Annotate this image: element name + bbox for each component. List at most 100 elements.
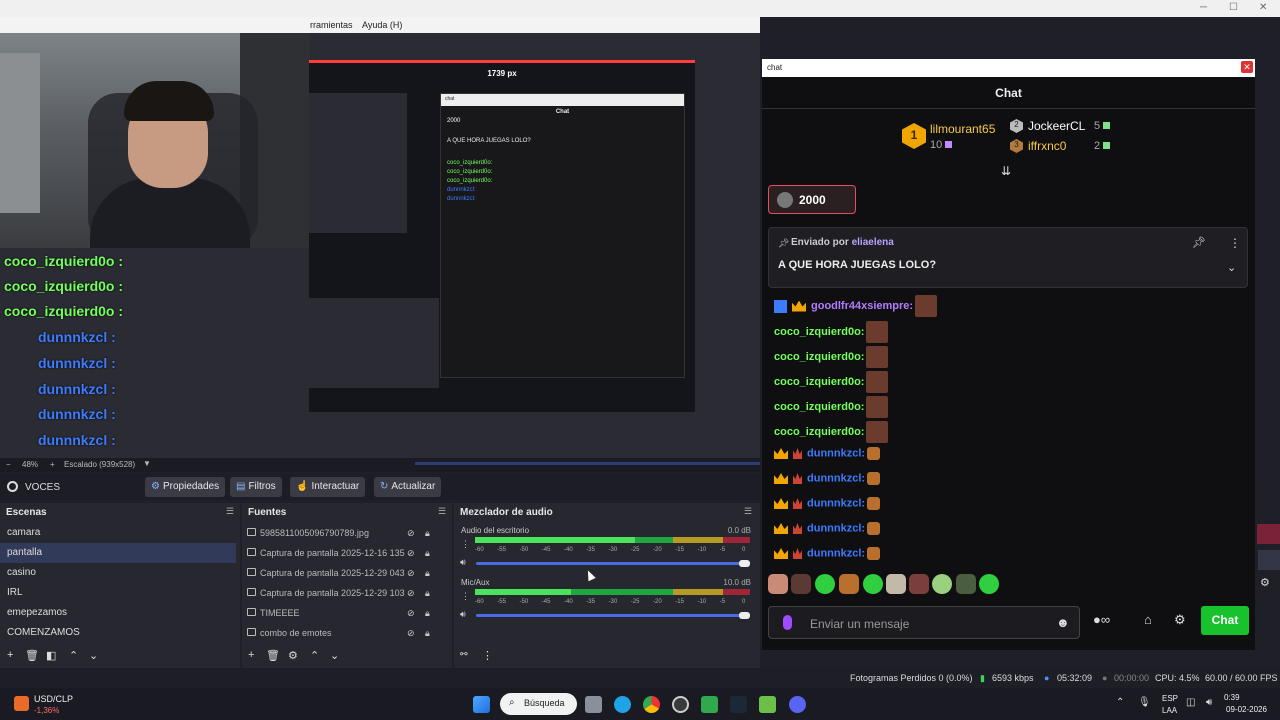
chevron-up-icon[interactable]: ⌃ xyxy=(69,649,78,662)
add-icon[interactable]: + xyxy=(248,649,254,661)
record-button[interactable] xyxy=(1257,524,1280,544)
file-explorer-icon[interactable] xyxy=(585,696,602,713)
trash-icon[interactable]: 🗑 xyxy=(266,649,280,662)
lock-icon[interactable]: 🔒︎ xyxy=(425,568,430,579)
chevron-up-icon[interactable]: ⌃ xyxy=(1116,697,1124,708)
scene-item[interactable]: IRL xyxy=(0,583,236,603)
scene-item[interactable]: COMENZAMOS xyxy=(0,623,236,643)
menu-tools[interactable]: rramientas xyxy=(310,20,353,30)
source-item[interactable]: Captura de pantalla 2025-12-29 103 xyxy=(242,583,407,603)
source-item[interactable]: combo de emotes xyxy=(242,623,407,643)
eye-off-icon[interactable]: ⊘ xyxy=(407,588,415,599)
eye-off-icon[interactable]: ⊘ xyxy=(407,608,415,619)
emote-button[interactable] xyxy=(839,574,859,594)
steam-icon[interactable] xyxy=(730,696,747,713)
network-icon[interactable]: ◫ xyxy=(1186,697,1195,708)
emote-button[interactable] xyxy=(979,574,999,594)
lock-icon[interactable]: 🔒︎ xyxy=(425,548,430,559)
link-icon[interactable]: ⚯ xyxy=(460,649,468,660)
kebab-icon[interactable]: ⋮ xyxy=(461,591,470,602)
source-item[interactable]: 5985811005096790789.jpg xyxy=(242,523,407,543)
eye-off-icon[interactable]: ⊘ xyxy=(407,548,415,559)
game-icon[interactable] xyxy=(701,696,718,713)
minimize-icon[interactable]: ─ xyxy=(1200,2,1207,13)
eye-off-icon[interactable]: ⊘ xyxy=(407,568,415,579)
source-item[interactable]: Captura de pantalla 2025-12-16 135 xyxy=(242,543,407,563)
lock-icon[interactable]: 🔒︎ xyxy=(425,528,430,539)
zoom-in-icon[interactable]: + xyxy=(50,460,55,469)
language[interactable]: ESP xyxy=(1162,694,1178,703)
chat-send-button[interactable]: Chat xyxy=(1201,606,1249,635)
gear-icon[interactable]: ⚙ xyxy=(1260,576,1270,589)
clock-time[interactable]: 0:39 xyxy=(1224,693,1240,702)
filter-icon[interactable]: ◧ xyxy=(46,649,56,662)
dock-menu-icon[interactable]: ☰ xyxy=(744,506,752,517)
minecraft-icon[interactable] xyxy=(759,696,776,713)
lock-icon[interactable]: 🔒︎ xyxy=(425,588,430,599)
maximize-icon[interactable]: ☐ xyxy=(1229,2,1238,13)
chevron-down-icon[interactable]: ⌄ xyxy=(330,649,339,662)
emote-button[interactable] xyxy=(909,574,929,594)
close-icon[interactable]: ✕ xyxy=(1259,2,1267,13)
mic-icon[interactable] xyxy=(783,615,792,630)
source-item[interactable]: Captura de pantalla 2025-12-29 043 xyxy=(242,563,407,583)
eye-off-icon[interactable]: ⊘ xyxy=(407,528,415,539)
obs-icon[interactable] xyxy=(672,696,689,713)
emoji-icon[interactable]: ☻ xyxy=(1056,615,1070,630)
chevron-up-icon[interactable]: ⌃ xyxy=(310,649,319,662)
obs-preview[interactable]: 1739 px chat Chat 2000 A QUE HORA JUEGAS… xyxy=(0,33,760,458)
trash-icon[interactable]: 🗑 xyxy=(25,649,39,662)
emote-button[interactable] xyxy=(768,574,788,594)
volume-slider[interactable] xyxy=(476,614,745,617)
volume-icon[interactable]: 🔊︎ xyxy=(1206,697,1212,708)
scene-item[interactable]: camara xyxy=(0,523,236,543)
lock-icon[interactable]: 🔒︎ xyxy=(425,628,430,639)
scene-item[interactable]: pantalla xyxy=(0,543,236,563)
expand-leaderboard-icon[interactable]: ⇊ xyxy=(1001,164,1011,178)
chrome-icon[interactable] xyxy=(643,696,660,713)
store-icon[interactable]: ⌂ xyxy=(1144,612,1152,627)
emote-button[interactable] xyxy=(956,574,976,594)
speaker-icon[interactable]: 🔊︎ xyxy=(460,557,466,568)
volume-knob[interactable] xyxy=(739,560,750,567)
taskbar-search[interactable]: ⌕ Búsqueda xyxy=(500,693,577,715)
emote-button[interactable] xyxy=(886,574,906,594)
zoom-out-icon[interactable]: − xyxy=(6,460,11,469)
dock-menu-icon[interactable]: ☰ xyxy=(438,506,446,517)
pin-icon[interactable]: 📌︎ xyxy=(1192,236,1206,249)
lock-icon[interactable]: 🔒︎ xyxy=(425,608,430,619)
virtualcam-button[interactable] xyxy=(1258,550,1280,570)
ticker-name[interactable]: USD/CLP xyxy=(34,694,73,704)
mic-icon[interactable]: 🎙︎ xyxy=(1138,697,1151,708)
discord-icon[interactable] xyxy=(789,696,806,713)
kebab-icon[interactable]: ⋮ xyxy=(461,539,470,550)
kebab-icon[interactable]: ⋮ xyxy=(1229,236,1241,250)
points-icon[interactable]: ●∞ xyxy=(1093,612,1110,627)
menu-help[interactable]: Ayuda (H) xyxy=(362,20,402,30)
windows-start-icon[interactable] xyxy=(473,696,490,713)
gear-icon[interactable]: ⚙ xyxy=(1174,612,1186,628)
gear-icon[interactable]: ⚙ xyxy=(288,649,298,662)
chevron-down-icon[interactable]: ⌄ xyxy=(89,649,98,662)
speaker-icon[interactable]: 🔊︎ xyxy=(460,609,466,620)
emote-button[interactable] xyxy=(815,574,835,594)
pinned-message[interactable]: 📌︎ Enviado por eliaelena A QUE HORA JUEG… xyxy=(768,227,1248,288)
emote-button[interactable] xyxy=(791,574,811,594)
dock-menu-icon[interactable]: ☰ xyxy=(226,506,234,517)
preview-scrollbar[interactable] xyxy=(415,462,760,465)
eye-off-icon[interactable]: ⊘ xyxy=(407,628,415,639)
filters-button[interactable]: ▤ Filtros xyxy=(230,477,282,497)
volume-slider[interactable] xyxy=(476,562,745,565)
chevron-down-icon[interactable]: ▼ xyxy=(143,459,151,468)
add-icon[interactable]: + xyxy=(7,649,13,661)
edge-icon[interactable] xyxy=(614,696,631,713)
scene-item[interactable]: emepezamos xyxy=(0,603,236,623)
properties-button[interactable]: ⚙ Propiedades xyxy=(145,477,226,497)
scene-item[interactable]: casino xyxy=(0,563,236,583)
refresh-button[interactable]: ↻ Actualizar xyxy=(374,477,442,497)
emote-button[interactable] xyxy=(863,574,883,594)
interact-button[interactable]: ☝ Interactuar xyxy=(290,477,366,497)
source-item[interactable]: TIMEEEE xyxy=(242,603,407,623)
kebab-icon[interactable]: ⋮ xyxy=(482,649,493,662)
emote-button[interactable] xyxy=(932,574,952,594)
